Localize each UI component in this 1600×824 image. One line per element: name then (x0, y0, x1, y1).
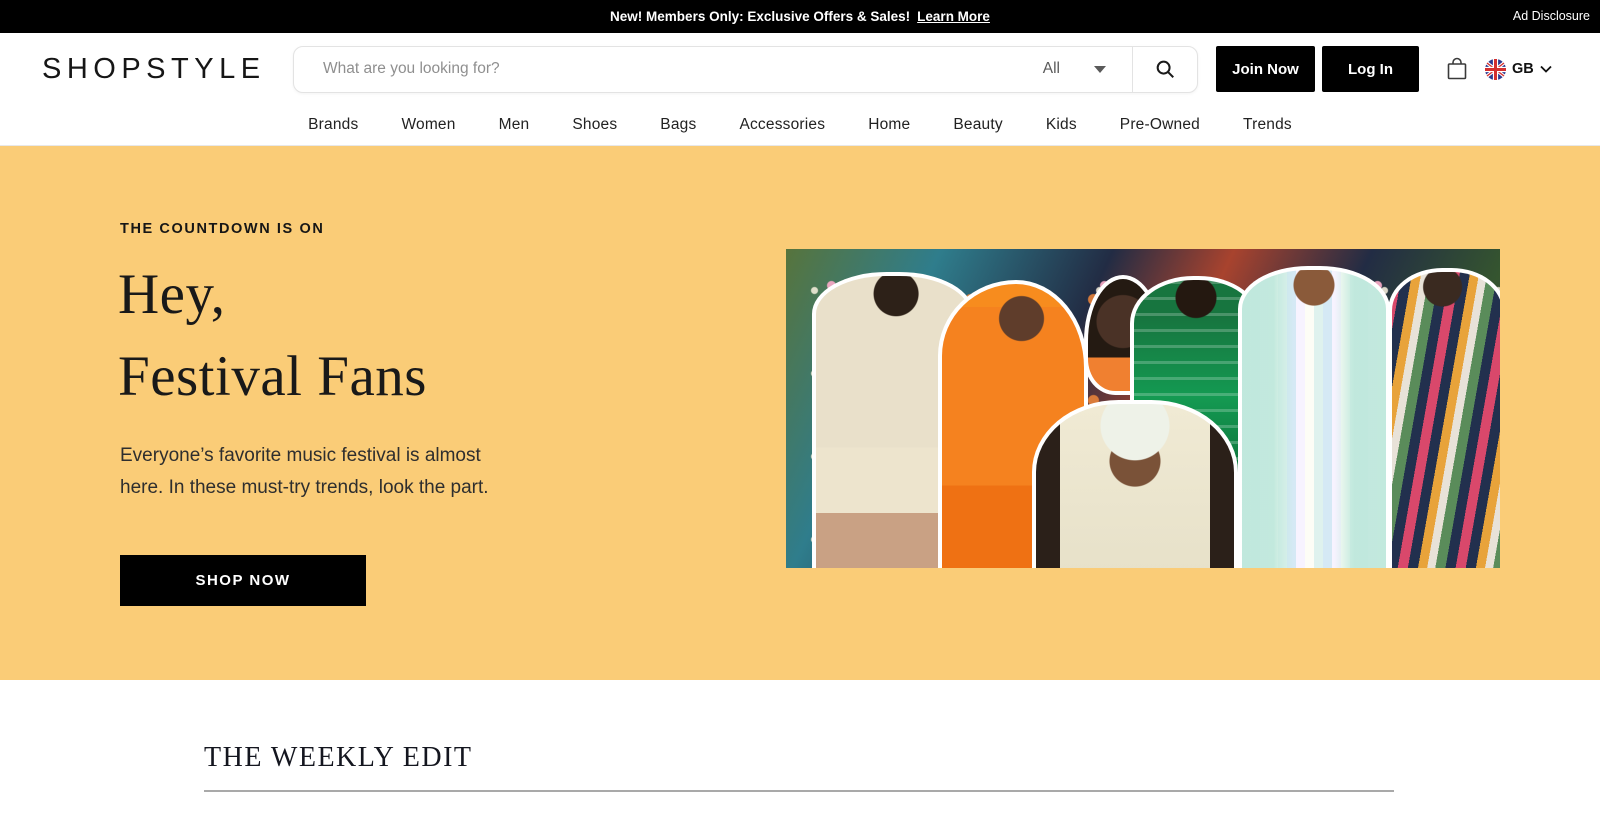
promo-banner: New! Members Only: Exclusive Offers & Sa… (0, 0, 1600, 33)
join-now-button[interactable]: Join Now (1216, 46, 1315, 92)
cart-button[interactable] (1446, 57, 1468, 81)
collage-figure-bucket-hat (1032, 400, 1238, 568)
nav-item-men[interactable]: Men (499, 116, 530, 134)
nav-item-trends[interactable]: Trends (1243, 116, 1292, 134)
hero-title-line2: Festival Fans (118, 344, 427, 408)
nav-item-shoes[interactable]: Shoes (572, 116, 617, 134)
learn-more-link[interactable]: Learn More (917, 9, 990, 24)
hero-banner: THE COUNTDOWN IS ON Hey, Festival Fans E… (0, 146, 1600, 680)
site-header: SHOPSTYLE All Join Now Log In (0, 33, 1600, 146)
weekly-edit-divider (204, 790, 1394, 792)
header-top-row: SHOPSTYLE All Join Now Log In (0, 33, 1600, 105)
search-button[interactable] (1133, 47, 1197, 92)
collage-figure-striped-dress (1388, 268, 1500, 568)
promo-text: New! Members Only: Exclusive Offers & Sa… (610, 9, 911, 24)
locale-selector[interactable]: GB (1485, 58, 1552, 80)
nav-item-accessories[interactable]: Accessories (739, 116, 825, 134)
locale-code: GB (1512, 61, 1534, 77)
search-category-dropdown[interactable]: All (1043, 47, 1132, 92)
nav-item-kids[interactable]: Kids (1046, 116, 1077, 134)
shopstyle-logo[interactable]: SHOPSTYLE (42, 53, 260, 86)
nav-item-pre-owned[interactable]: Pre-Owned (1120, 116, 1200, 134)
ad-disclosure-link[interactable]: Ad Disclosure (1513, 9, 1590, 23)
hero-image[interactable] (786, 249, 1500, 568)
hero-title: Hey, Festival Fans (118, 254, 427, 417)
search-icon (1154, 58, 1176, 80)
nav-item-beauty[interactable]: Beauty (953, 116, 1002, 134)
chevron-down-icon (1540, 65, 1552, 73)
hero-title-line1: Hey, (118, 263, 226, 326)
log-in-button[interactable]: Log In (1322, 46, 1419, 92)
main-nav: Brands Women Men Shoes Bags Accessories … (0, 105, 1600, 145)
search-input[interactable] (294, 46, 1043, 92)
hero-eyebrow: THE COUNTDOWN IS ON (120, 221, 325, 237)
shopping-bag-icon (1446, 57, 1468, 81)
nav-item-bags[interactable]: Bags (660, 116, 696, 134)
weekly-edit-section: THE WEEKLY EDIT (0, 680, 1600, 792)
nav-item-brands[interactable]: Brands (308, 116, 358, 134)
search-bar: All (293, 45, 1198, 93)
caret-down-icon (1094, 65, 1106, 73)
shop-now-button[interactable]: SHOP NOW (120, 555, 366, 606)
weekly-edit-title: THE WEEKLY EDIT (204, 742, 473, 773)
gb-flag-icon (1485, 58, 1506, 80)
search-category-value: All (1042, 60, 1060, 77)
hero-description: Everyone’s favorite music festival is al… (120, 445, 489, 498)
nav-item-home[interactable]: Home (868, 116, 910, 134)
collage-figure-pastel-shirt (1238, 266, 1390, 568)
nav-item-women[interactable]: Women (401, 116, 455, 134)
